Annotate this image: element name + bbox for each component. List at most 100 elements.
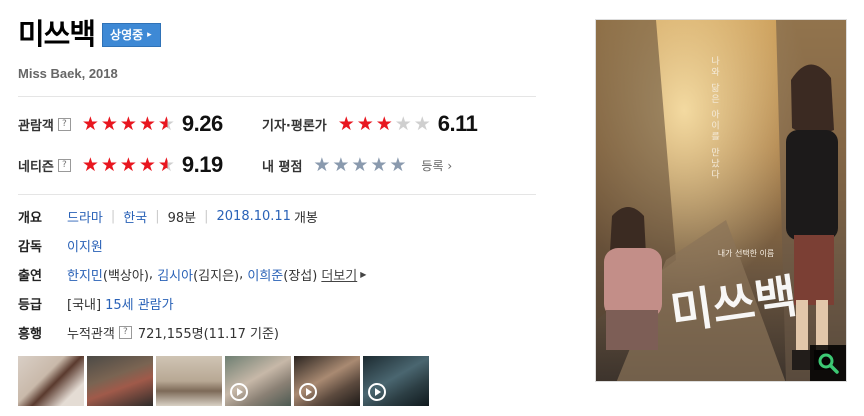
audience-score-value: 9.26 (181, 111, 223, 136)
netizen-score-row: 네티즌 ? ★ ★ ★ ★ ★ 9.19 (18, 152, 223, 177)
play-icon (368, 383, 386, 401)
divider (18, 96, 536, 97)
critic-score-label: 기자·평론가 (262, 118, 327, 134)
separator: | (110, 208, 116, 224)
star-icon: ★ (119, 154, 137, 176)
star-icon: ★ (356, 113, 374, 135)
genre-link[interactable]: 드라마 (67, 207, 103, 226)
star-icon: ★ (337, 113, 355, 135)
now-showing-badge[interactable]: 상영중 ▸ (102, 23, 161, 47)
photo-thumbnail[interactable] (18, 356, 84, 406)
star-icon: ★ (119, 113, 137, 135)
poster-image: 나와 닮은 아이를 만났다 내가 선택한 이름 미쓰백 (596, 20, 846, 381)
help-icon[interactable]: ? (57, 158, 71, 172)
overview-row: 개요 드라마 | 한국 | 98분 | 2018.10.11 개봉 (18, 206, 318, 226)
audience-stars: ★ ★ ★ ★ ★ (81, 113, 176, 135)
netizen-label-text: 네티즌 (18, 159, 54, 175)
audience-score-label: 관람객 ? (18, 115, 71, 134)
country-link[interactable]: 한국 (123, 207, 147, 226)
separator: | (204, 208, 209, 224)
separator: | (155, 208, 160, 224)
star-icon: ★ (394, 113, 412, 135)
comma: , (239, 266, 248, 282)
movie-poster[interactable]: 나와 닮은 아이를 만났다 내가 선택한 이름 미쓰백 (595, 19, 847, 382)
grade-link[interactable]: 15세 관람가 (105, 294, 174, 313)
critic-score-row: 기자·평론가 ★ ★ ★ ★ ★ 6.11 (262, 111, 478, 136)
star-icon: ★ (81, 113, 99, 135)
help-icon[interactable]: ? (118, 325, 132, 339)
title-row: 미쓰백 상영중 ▸ (18, 14, 161, 54)
netizen-stars: ★ ★ ★ ★ ★ (81, 154, 176, 176)
help-icon[interactable]: ? (57, 117, 71, 131)
photo-thumbnail[interactable] (87, 356, 153, 406)
divider (18, 194, 536, 195)
zoom-button[interactable] (810, 345, 846, 381)
audience-label-text: 관람객 (18, 118, 54, 134)
netizen-score-value: 9.19 (181, 152, 223, 177)
audience-count-label: 누적관객 (67, 326, 115, 342)
director-key: 감독 (18, 239, 42, 255)
star-icon: ★ (157, 154, 175, 176)
actor-role: (김지은) (193, 268, 240, 284)
star-icon: ★ (375, 113, 393, 135)
movie-title: 미쓰백 (18, 17, 96, 51)
star-icon[interactable]: ★ (350, 154, 369, 176)
register-rating-link[interactable]: 등록 › (421, 157, 452, 174)
more-cast-link[interactable]: 더보기 (321, 265, 357, 284)
magnifier-icon (818, 353, 839, 374)
poster-vertical-text: 나와 닮은 아이를 만났다 (709, 56, 719, 181)
actor-link[interactable]: 김시아 (157, 265, 193, 284)
grade-key: 등급 (18, 297, 42, 313)
box-office-row: 흥행 누적관객 ? 721,155명 (11.17 기준) (18, 322, 279, 342)
play-icon (299, 383, 317, 401)
star-icon: ★ (100, 113, 118, 135)
actor-role: (백상아) (102, 268, 149, 284)
audience-score-row: 관람객 ? ★ ★ ★ ★ ★ 9.26 (18, 111, 223, 136)
my-rating-row: 내 평점 ★ ★ ★ ★ ★ 등록 › (262, 153, 452, 177)
release-date-link[interactable]: 2018.10.11 (217, 209, 291, 224)
now-showing-label: 상영중 (110, 28, 144, 42)
netizen-score-label: 네티즌 ? (18, 156, 71, 175)
star-icon: ★ (157, 113, 175, 135)
chevron-right-icon: ▸ (147, 30, 152, 40)
box-office-key: 흥행 (18, 326, 42, 342)
register-label: 등록 (421, 158, 444, 173)
star-icon: ★ (138, 113, 156, 135)
star-icon[interactable]: ★ (312, 154, 331, 176)
photo-thumbnail[interactable] (156, 356, 222, 406)
comma: , (148, 266, 158, 282)
grade-row: 등급 [국내] 15세 관람가 (18, 293, 174, 313)
grade-prefix: [국내] (67, 297, 102, 313)
audience-count-value: 721,155명 (137, 326, 204, 342)
actor-role: (장섭) (283, 268, 318, 284)
director-row: 감독 이지원 (18, 235, 103, 255)
video-thumbnail[interactable] (363, 356, 429, 406)
movie-subtitle: Miss Baek, 2018 (18, 66, 118, 81)
critic-score-value: 6.11 (437, 111, 478, 136)
poster-tagline: 내가 선택한 이름 (718, 248, 775, 258)
video-thumbnail[interactable] (294, 356, 360, 406)
star-icon: ★ (413, 113, 431, 135)
play-icon (230, 383, 248, 401)
star-icon: ★ (138, 154, 156, 176)
my-rating-stars[interactable]: ★ ★ ★ ★ ★ (312, 154, 407, 176)
media-thumbnails (18, 356, 432, 406)
actor-link[interactable]: 이희준 (247, 265, 283, 284)
star-icon: ★ (100, 154, 118, 176)
actor-link[interactable]: 한지민 (67, 265, 103, 284)
critic-stars: ★ ★ ★ ★ ★ (337, 113, 432, 135)
star-icon: ★ (81, 154, 99, 176)
director-link[interactable]: 이지원 (67, 236, 103, 255)
star-icon[interactable]: ★ (369, 154, 388, 176)
chevron-right-icon: › (447, 158, 453, 173)
audience-count-basis: (11.17 기준) (203, 326, 279, 342)
triangle-right-icon: ▶ (360, 269, 367, 279)
star-icon[interactable]: ★ (331, 154, 350, 176)
video-thumbnail[interactable] (225, 356, 291, 406)
my-rating-label: 내 평점 (262, 159, 303, 175)
release-suffix: 개봉 (293, 210, 318, 226)
star-icon[interactable]: ★ (388, 154, 407, 176)
runtime: 98분 (167, 210, 197, 226)
cast-row: 출연 한지민 (백상아), 김시아 (김지은), 이희준 (장섭) 더보기 ▶ (18, 264, 366, 284)
overview-key: 개요 (18, 210, 42, 226)
